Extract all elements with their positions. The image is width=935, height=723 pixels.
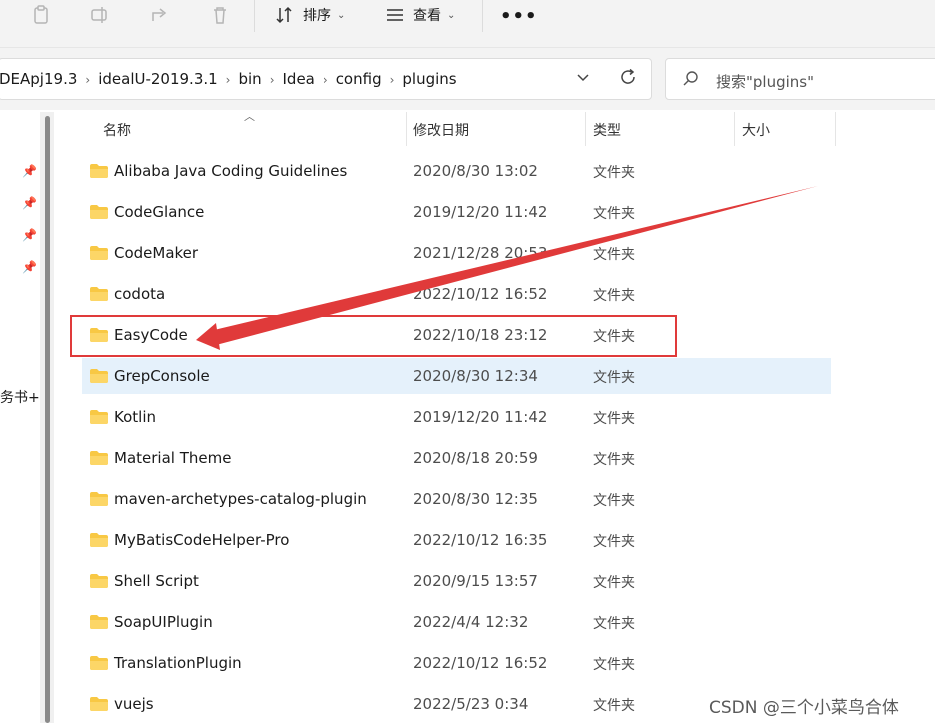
watermark: CSDN @三个小菜鸟合体 <box>709 698 899 718</box>
annotation-arrow-shaft <box>214 186 818 345</box>
annotation-arrow-head <box>196 323 220 350</box>
annotation-arrow <box>196 186 818 350</box>
